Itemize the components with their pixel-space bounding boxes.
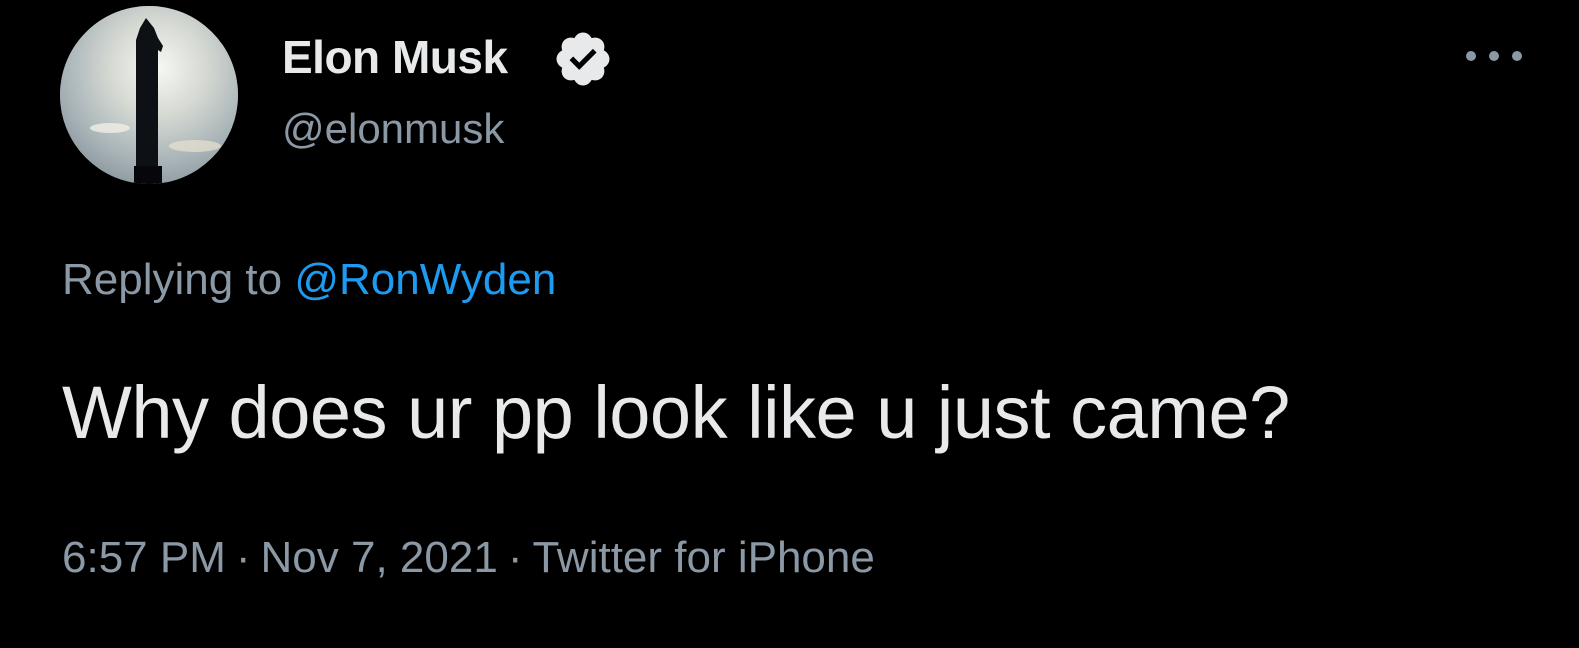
tweet-text: Why does ur pp look like u just came? xyxy=(62,371,1290,454)
more-options-button[interactable] xyxy=(1462,36,1526,76)
replying-to-line: Replying to @RonWyden xyxy=(62,255,556,305)
author-avatar[interactable] xyxy=(60,6,238,184)
tweet-card: Elon Musk @elonmusk Replying to @RonWyde… xyxy=(0,0,1579,648)
starship-silhouette-icon xyxy=(60,6,238,184)
more-horizontal-icon-dot xyxy=(1466,51,1476,61)
tweet-metadata: 6:57 PM · Nov 7, 2021 · Twitter for iPhone xyxy=(62,533,875,583)
tweet-time-link[interactable]: 6:57 PM xyxy=(62,533,226,582)
author-handle[interactable]: @elonmusk xyxy=(282,105,504,153)
more-horizontal-icon-dot xyxy=(1489,51,1499,61)
verified-badge-icon xyxy=(552,28,614,90)
tweet-source-link[interactable]: Twitter for iPhone xyxy=(532,533,874,582)
author-display-name[interactable]: Elon Musk xyxy=(282,30,508,84)
more-horizontal-icon-dot xyxy=(1512,51,1522,61)
meta-separator: · xyxy=(507,533,523,582)
tweet-date-link[interactable]: Nov 7, 2021 xyxy=(261,533,498,582)
meta-separator: · xyxy=(235,533,251,582)
replying-to-label: Replying to xyxy=(62,255,295,304)
reply-mention-link[interactable]: @RonWyden xyxy=(294,255,556,304)
